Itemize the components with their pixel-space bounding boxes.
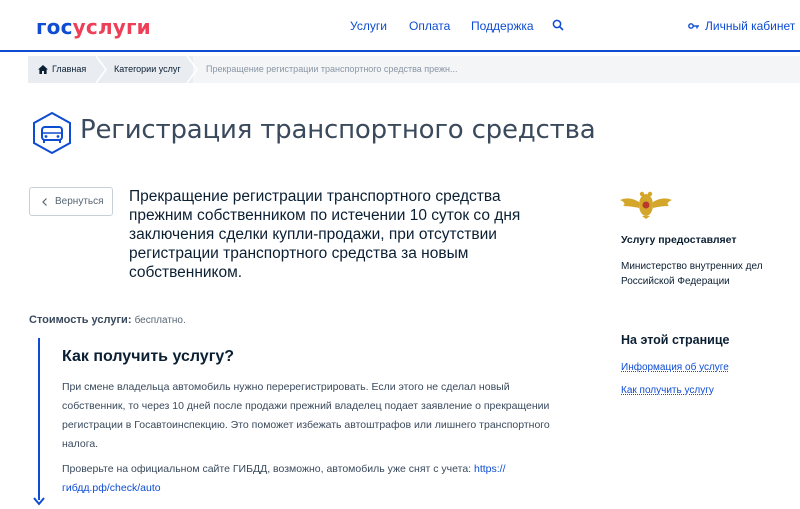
- nav-payment-link[interactable]: Оплата: [409, 19, 450, 33]
- on-page-link-info[interactable]: Информация об услуге: [621, 362, 729, 373]
- cost-value: бесплатно.: [134, 315, 186, 326]
- logo-text-part1: гос: [36, 15, 73, 39]
- logo-text-part2: услуги: [72, 15, 151, 39]
- nav-support-link[interactable]: Поддержка: [471, 19, 534, 33]
- timeline-line: [38, 338, 40, 500]
- page-title: Регистрация транспортного средства: [80, 115, 596, 145]
- how-paragraph-1: При смене владельца автомобиль нужно пер…: [62, 381, 550, 450]
- breadcrumb: Главная Категории услуг Прекращение реги…: [28, 56, 800, 83]
- provider-name: Министерство внутренних дел Российской Ф…: [621, 261, 763, 287]
- cost-label: Стоимость услуги:: [29, 314, 132, 326]
- breadcrumb-home-label: Главная: [52, 64, 87, 74]
- search-icon[interactable]: [552, 19, 564, 31]
- home-icon: [38, 65, 48, 74]
- back-button-label: Вернуться: [55, 196, 104, 207]
- nav-services-link[interactable]: Услуги: [350, 19, 387, 33]
- personal-cabinet-link[interactable]: Личный кабинет: [688, 19, 795, 33]
- provider-title: Услугу предоставляет: [621, 234, 737, 246]
- chevron-left-icon: [42, 197, 47, 206]
- how-to-get-title: Как получить услугу?: [62, 348, 235, 365]
- mvd-emblem-icon: [620, 191, 672, 219]
- on-this-page-title: На этой странице: [621, 333, 730, 347]
- how-paragraph-2-text: Проверьте на официальном сайте ГИБДД, во…: [62, 463, 474, 475]
- breadcrumb-current: Прекращение регистрации транспортного ср…: [206, 64, 458, 74]
- arrow-down-icon: [33, 497, 45, 506]
- breadcrumb-separator: [186, 56, 198, 83]
- car-category-icon: [33, 111, 71, 155]
- key-icon: [688, 23, 699, 29]
- personal-cabinet-label: Личный кабинет: [705, 19, 796, 33]
- gosuslugi-logo[interactable]: госуслуги: [36, 15, 151, 39]
- breadcrumb-separator: [95, 56, 107, 83]
- breadcrumb-categories[interactable]: Категории услуг: [114, 56, 181, 83]
- breadcrumb-home[interactable]: Главная: [38, 56, 86, 83]
- service-cost: Стоимость услуги: бесплатно.: [29, 314, 186, 326]
- how-paragraph-2: Проверьте на официальном сайте ГИБДД, во…: [62, 460, 562, 498]
- back-button[interactable]: Вернуться: [29, 187, 113, 216]
- service-name: Прекращение регистрации транспортного ср…: [129, 188, 521, 281]
- site-header: госуслуги Услуги Оплата Поддержка Личный…: [0, 0, 800, 52]
- on-page-link-how-to-get[interactable]: Как получить услугу: [621, 385, 714, 396]
